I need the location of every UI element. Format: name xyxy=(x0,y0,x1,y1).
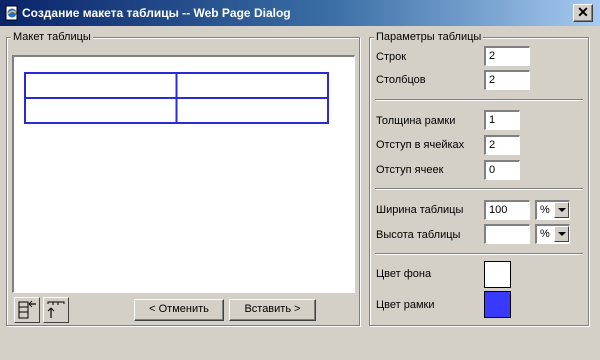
insert-row-icon xyxy=(47,301,65,318)
table-preview[interactable] xyxy=(12,55,355,293)
chevron-down-icon[interactable] xyxy=(554,202,569,218)
insert-row-button[interactable] xyxy=(43,297,69,323)
rows-label: Строк xyxy=(376,51,407,63)
table-width-unit-select[interactable]: % xyxy=(535,200,570,220)
cell-spacing-label: Отступ ячеек xyxy=(376,164,444,176)
border-width-label: Толщина рамки xyxy=(376,115,456,127)
border-color-label: Цвет рамки xyxy=(376,299,435,311)
cell-spacing-input[interactable]: 0 xyxy=(484,160,520,180)
params-legend: Параметры таблицы xyxy=(374,31,484,43)
insert-button[interactable]: Вставить > xyxy=(229,299,316,321)
preview-table[interactable] xyxy=(14,57,353,291)
rows-input[interactable]: 2 xyxy=(484,46,530,66)
undo-button[interactable]: < Отменить xyxy=(134,299,224,321)
table-width-unit-value: % xyxy=(540,204,550,216)
cell-padding-input[interactable]: 2 xyxy=(484,135,520,155)
title-bar: Создание макета таблицы -- Web Page Dial… xyxy=(0,0,600,26)
separator xyxy=(375,253,583,255)
close-icon: ✕ xyxy=(577,4,589,20)
window-title: Создание макета таблицы -- Web Page Dial… xyxy=(22,6,291,20)
separator xyxy=(375,188,583,190)
cols-input[interactable]: 2 xyxy=(484,70,530,90)
close-button[interactable]: ✕ xyxy=(573,4,593,22)
background-color-label: Цвет фона xyxy=(376,268,432,280)
table-height-label: Высота таблицы xyxy=(376,229,461,241)
separator xyxy=(375,99,583,101)
ie-page-icon xyxy=(5,5,18,21)
table-height-input[interactable] xyxy=(484,224,530,244)
table-height-unit-value: % xyxy=(540,228,550,240)
background-color-swatch[interactable] xyxy=(484,261,511,288)
layout-legend: Макет таблицы xyxy=(11,31,93,43)
table-width-label: Ширина таблицы xyxy=(376,204,464,216)
insert-column-button[interactable] xyxy=(14,297,40,323)
border-color-swatch[interactable] xyxy=(484,291,511,318)
cols-label: Столбцов xyxy=(376,74,426,86)
table-width-input[interactable]: 100 xyxy=(484,200,530,220)
table-height-unit-select[interactable]: % xyxy=(535,224,570,244)
border-width-input[interactable]: 1 xyxy=(484,110,520,130)
insert-column-icon xyxy=(18,300,36,319)
cell-padding-label: Отступ в ячейках xyxy=(376,139,465,151)
chevron-down-icon[interactable] xyxy=(554,226,569,242)
